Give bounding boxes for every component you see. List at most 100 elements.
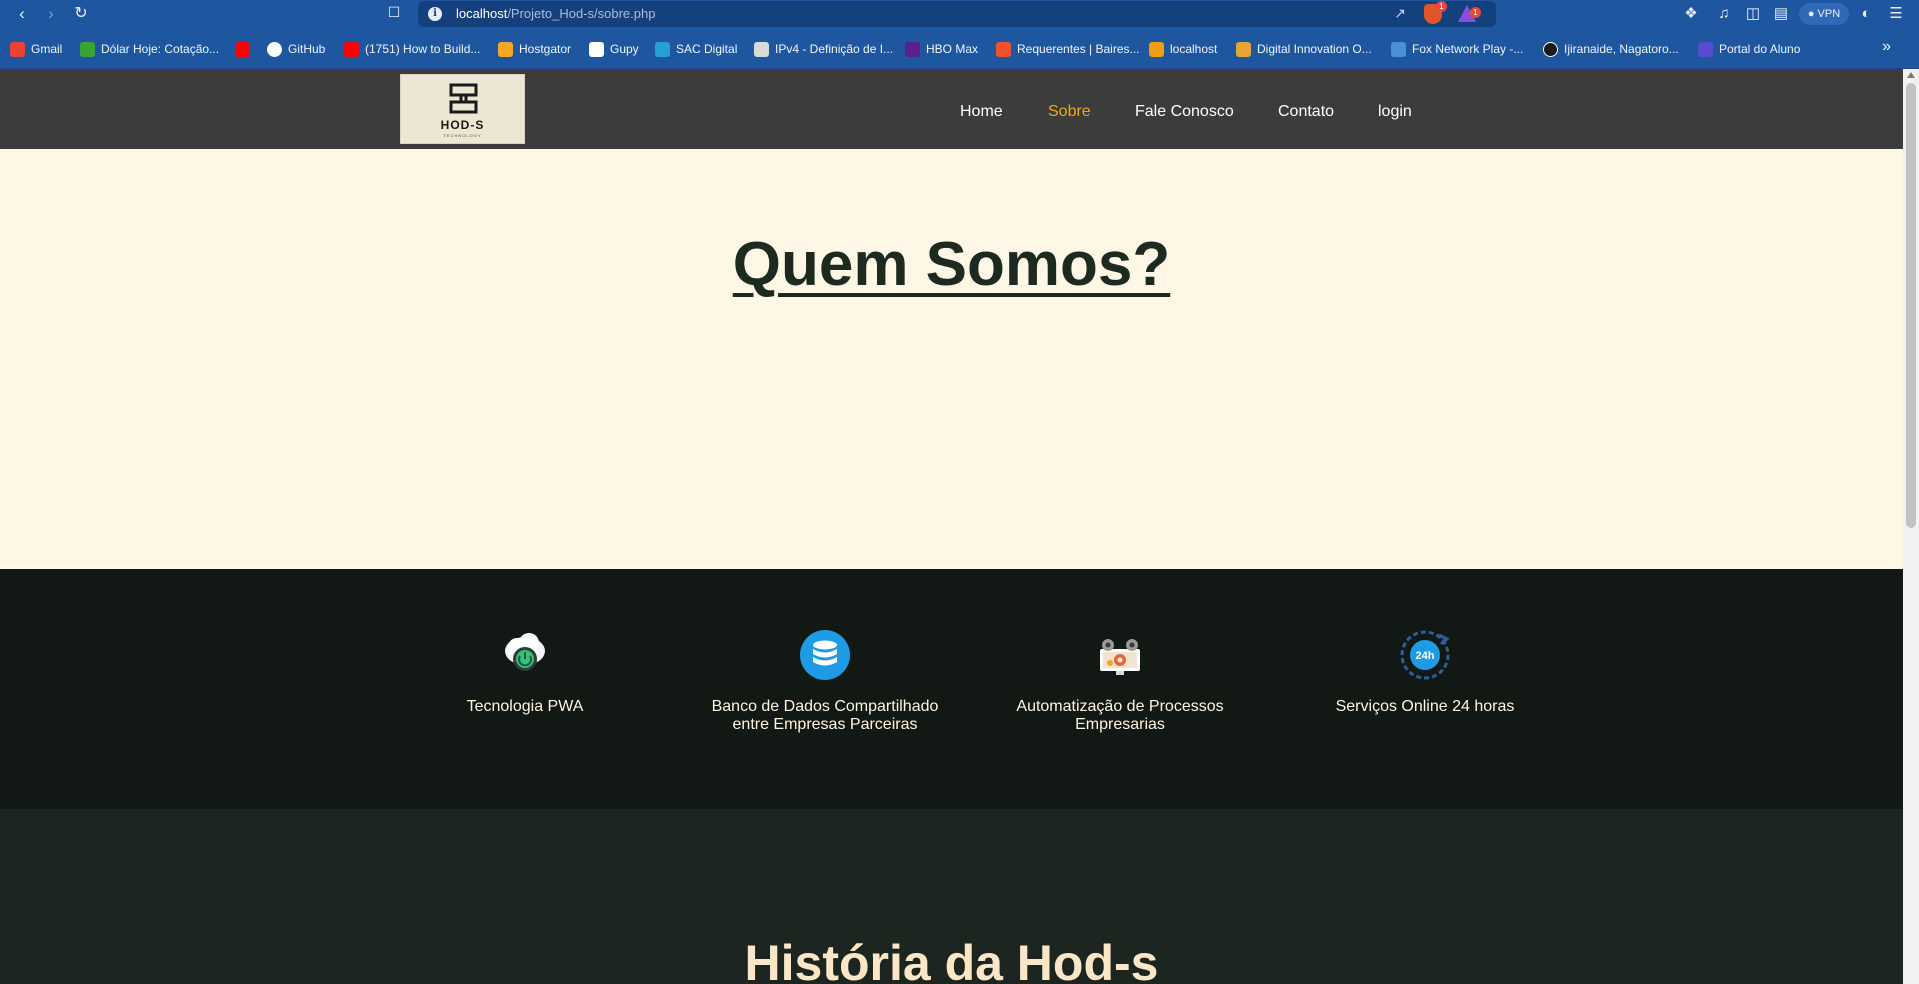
bookmark-item[interactable]: Gupy: [589, 40, 639, 58]
sac-icon: [655, 41, 670, 57]
page-scrollbar[interactable]: [1903, 69, 1919, 984]
bookmark-item[interactable]: Requerentes | Baires...: [996, 40, 1140, 58]
browser-toolbar: ‹ › ↻ ☐ i localhost/Projeto_Hod-s/sobre.…: [0, 0, 1919, 28]
more-bookmarks-icon[interactable]: »: [1882, 38, 1891, 56]
bookmarks-bar: Gmail Dólar Hoje: Cotação... GitHub (175…: [0, 28, 1919, 69]
bookmark-item[interactable]: GitHub: [267, 40, 325, 58]
baires-icon: [996, 41, 1011, 57]
ipv4-icon: [754, 41, 769, 57]
bookmark-item[interactable]: Ijiranaide, Nagatoro...: [1543, 40, 1679, 58]
page-viewport: HOD-S TECHNOLOGY Home Sobre Fale Conosco…: [0, 69, 1903, 984]
nav-contato[interactable]: Contato: [1278, 103, 1334, 121]
dio-icon: [1236, 41, 1251, 57]
nav-sobre[interactable]: Sobre: [1048, 103, 1091, 121]
github-icon: [267, 41, 282, 57]
address-bar[interactable]: i localhost/Projeto_Hod-s/sobre.php ↗ 1 …: [418, 1, 1496, 27]
nav-login[interactable]: login: [1378, 103, 1412, 121]
hero-section: Quem Somos?: [0, 149, 1903, 569]
site-logo[interactable]: HOD-S TECHNOLOGY: [400, 74, 525, 144]
feature-item: Automatização de Processos Empresarias: [990, 629, 1250, 734]
bookmark-label: (1751) How to Build...: [365, 42, 481, 56]
bookmark-label: localhost: [1170, 42, 1218, 56]
bookmark-item[interactable]: Fox Network Play -...: [1391, 40, 1523, 58]
fox-icon: [1391, 41, 1406, 57]
bookmark-item[interactable]: Hostgator: [498, 40, 571, 58]
feature-label: Automatização de Processos Empresarias: [1016, 698, 1224, 733]
back-arrow-icon[interactable]: ‹: [11, 3, 33, 25]
brave-shield-icon[interactable]: 1: [1424, 1, 1447, 24]
bookmark-label: Dólar Hoje: Cotação...: [101, 42, 220, 56]
scrollbar-thumb[interactable]: [1906, 83, 1916, 528]
history-section: História da Hod-s: [0, 809, 1903, 984]
automation-gears-icon: [1100, 639, 1140, 675]
bookmark-item[interactable]: IPv4 - Definição de I...: [754, 40, 893, 58]
bookmark-item[interactable]: localhost: [1149, 40, 1217, 58]
feature-item: 24h Serviços Online 24 horas: [1295, 629, 1555, 716]
features-section: Tecnologia PWA Banco de Dados Compartilh…: [0, 569, 1903, 809]
bookmark-label: HBO Max: [926, 42, 979, 56]
dollar-icon: [80, 41, 95, 57]
hbomax-icon: [905, 41, 920, 57]
database-icon: [800, 630, 850, 680]
hods-logo-icon: [449, 83, 478, 114]
vpn-button[interactable]: ● VPN: [1799, 3, 1849, 25]
cloud-power-icon: [505, 633, 545, 671]
scroll-up-arrow-icon[interactable]: [1907, 72, 1915, 78]
bookmark-label: Ijiranaide, Nagatoro...: [1564, 42, 1679, 56]
logo-name: HOD-S: [440, 118, 485, 132]
hostgator-icon: [498, 41, 513, 57]
bookmark-item[interactable]: Dólar Hoje: Cotação...: [80, 40, 219, 58]
nav-fale-conosco[interactable]: Fale Conosco: [1135, 103, 1234, 121]
gupy-icon: [589, 41, 604, 57]
bookmark-label: SAC Digital: [676, 42, 738, 56]
localhost-icon: [1149, 41, 1164, 57]
bookmark-item[interactable]: [235, 40, 256, 58]
url-host: localhost: [456, 6, 508, 21]
bookmark-label: IPv4 - Definição de I...: [775, 42, 894, 56]
nav-home[interactable]: Home: [960, 103, 1003, 121]
history-title: História da Hod-s: [744, 935, 1159, 984]
reload-icon[interactable]: ↻: [70, 3, 92, 25]
bookmark-label: Portal do Aluno: [1719, 42, 1801, 56]
bookmark-item[interactable]: SAC Digital: [655, 40, 737, 58]
feature-item: Banco de Dados Compartilhado entre Empre…: [695, 629, 955, 734]
wallet-icon[interactable]: ▤: [1771, 4, 1791, 24]
feature-label: Tecnologia PWA: [466, 698, 584, 715]
forward-arrow-icon[interactable]: ›: [40, 3, 62, 25]
portal-icon: [1698, 41, 1713, 57]
url-path: /Projeto_Hod-s/sobre.php: [507, 6, 656, 21]
bookmark-label: GitHub: [288, 42, 326, 56]
brave-rewards-icon[interactable]: 1: [1458, 5, 1481, 22]
bookmark-label: Requerentes | Baires...: [1017, 42, 1140, 56]
bookmark-item[interactable]: (1751) How to Build...: [344, 40, 480, 58]
bookmark-item[interactable]: Gmail: [10, 40, 62, 58]
site-info-icon[interactable]: i: [428, 7, 442, 21]
bookmark-label: Digital Innovation O...: [1257, 42, 1372, 56]
sidebar-icon[interactable]: ◫: [1743, 4, 1763, 24]
bookmark-label: Gupy: [610, 42, 639, 56]
anilist-icon: [1543, 41, 1558, 57]
share-icon[interactable]: ↗: [1394, 5, 1406, 22]
feature-label: Banco de Dados Compartilhado entre Empre…: [711, 698, 939, 733]
youtube-icon: [344, 41, 359, 57]
page-title: Quem Somos?: [732, 230, 1171, 299]
rewards-badge: 1: [1470, 7, 1481, 18]
menu-icon[interactable]: ☰: [1886, 4, 1906, 24]
media-icon[interactable]: ♫: [1714, 4, 1734, 24]
bookmark-label: Fox Network Play -...: [1412, 42, 1524, 56]
youtube-icon: [235, 41, 250, 57]
feature-label: Serviços Online 24 horas: [1335, 698, 1515, 715]
extensions-icon[interactable]: ❖: [1681, 4, 1701, 24]
gmail-icon: [10, 41, 25, 57]
logo-subtitle: TECHNOLOGY: [443, 133, 482, 138]
url-text[interactable]: localhost/Projeto_Hod-s/sobre.php: [456, 6, 655, 21]
clock-24h-icon: 24h: [1400, 630, 1450, 680]
site-header: HOD-S TECHNOLOGY Home Sobre Fale Conosco…: [0, 69, 1903, 149]
bookmark-item[interactable]: Digital Innovation O...: [1236, 40, 1372, 58]
bookmark-label: Hostgator: [519, 42, 572, 56]
bookmark-item[interactable]: Portal do Aluno: [1698, 40, 1800, 58]
clock-24h-text: 24h: [1416, 650, 1435, 662]
bookmark-page-icon[interactable]: ☐: [385, 4, 403, 24]
bookmark-item[interactable]: HBO Max: [905, 40, 978, 58]
leo-ai-icon[interactable]: ◐: [1856, 4, 1876, 24]
